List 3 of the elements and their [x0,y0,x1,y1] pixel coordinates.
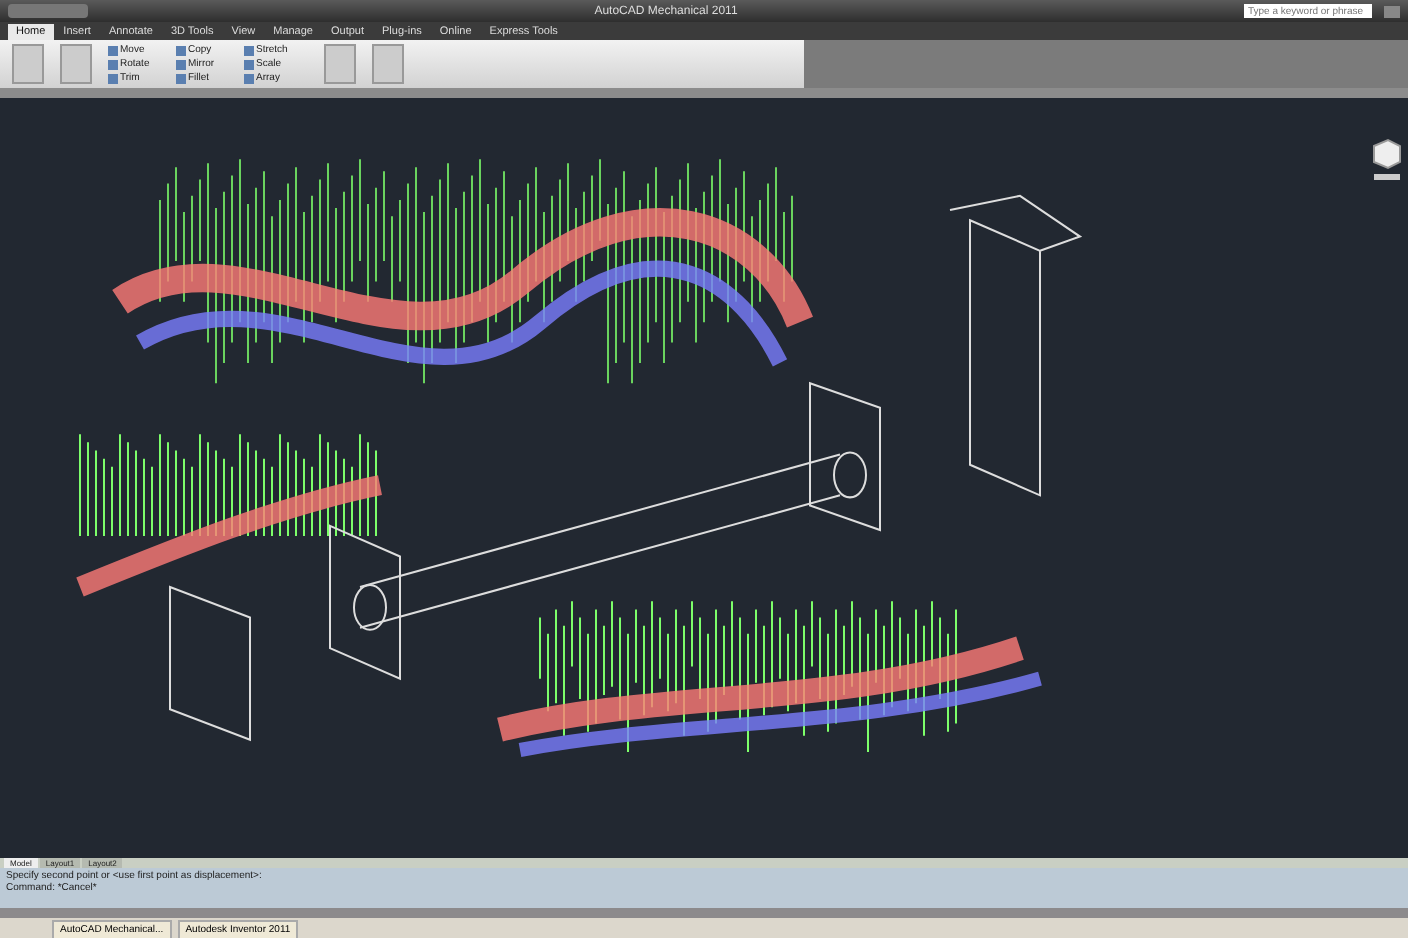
viewcube-icon[interactable] [1368,138,1404,182]
close-button[interactable] [1384,5,1400,17]
quick-access-toolbar[interactable] [8,4,88,18]
